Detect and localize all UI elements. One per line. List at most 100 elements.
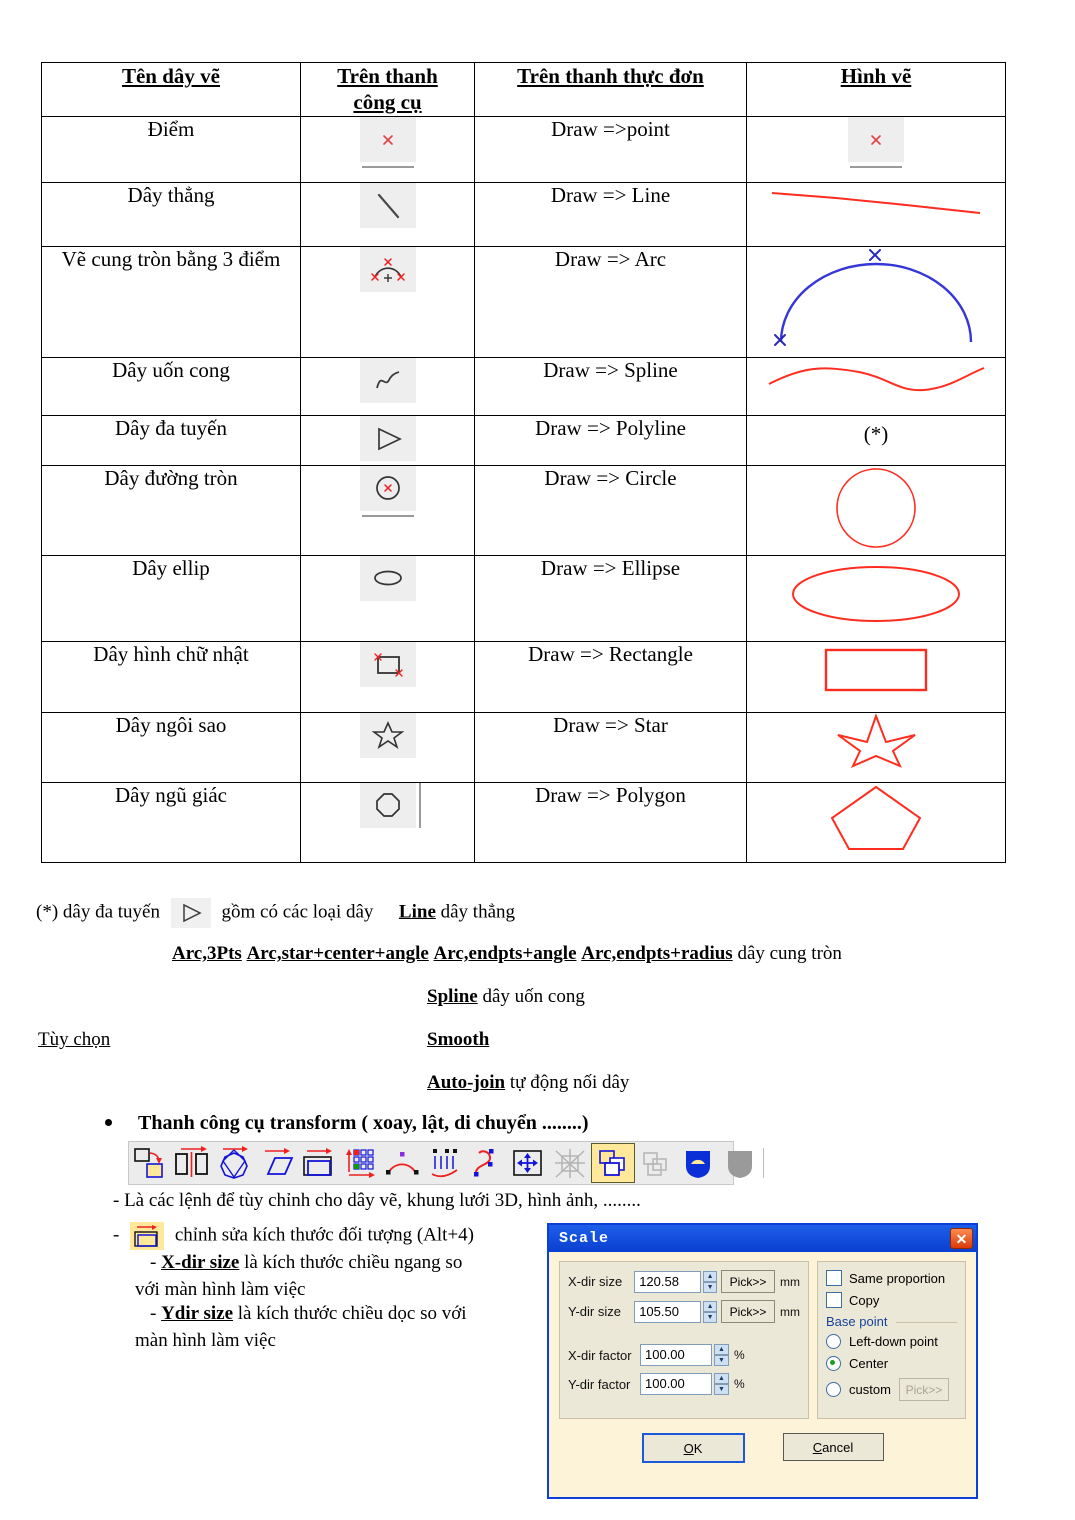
same-proportion-checkbox[interactable]: Same proportion: [826, 1270, 957, 1286]
stepper-up-icon[interactable]: ▲: [714, 1344, 729, 1355]
wave-deform-icon[interactable]: [423, 1144, 465, 1182]
table-row: Dây đa tuyến Draw => Polyline (*): [41, 414, 1006, 466]
radio-icon[interactable]: [826, 1356, 841, 1371]
line-icon[interactable]: [359, 182, 416, 228]
ydir-size-stepper[interactable]: ▲ ▼: [703, 1300, 717, 1323]
dialog-button-row: OK Cancel: [549, 1433, 976, 1463]
polyline-icon[interactable]: [170, 898, 211, 928]
mirror-vertical-icon[interactable]: [171, 1144, 213, 1182]
arc-start-center-angle-keyword: Arc,star+center+angle: [246, 943, 429, 964]
fill-blue-icon[interactable]: [677, 1144, 719, 1182]
xdir-pick-button[interactable]: Pick>>: [721, 1270, 775, 1293]
row-figure-cell: [746, 115, 1006, 183]
spline-icon[interactable]: [359, 357, 416, 403]
move-icon[interactable]: [507, 1144, 549, 1182]
ydir-size-line2: màn hình làm việc: [135, 1330, 276, 1351]
xdir-size-keyword: X-dir size: [161, 1252, 240, 1273]
row-figure-cell: [746, 640, 1006, 713]
smooth-keyword-line: Smooth: [427, 1029, 489, 1052]
transform-heading-line: Thanh công cụ transform ( xoay, lật, di …: [105, 1112, 589, 1135]
xdir-dash: -: [150, 1252, 157, 1273]
row-figure-cell: [746, 711, 1006, 783]
stepper-down-icon[interactable]: ▼: [714, 1384, 729, 1395]
stepper-up-icon[interactable]: ▲: [703, 1300, 717, 1312]
stepper-down-icon[interactable]: ▼: [703, 1281, 717, 1293]
xdir-size-unit: mm: [780, 1274, 800, 1289]
row-name: Dây thẳng: [41, 181, 301, 247]
size-group: X-dir size 120.58 ▲ ▼ Pick>> mm Y-dir siz…: [559, 1261, 809, 1419]
stepper-up-icon[interactable]: ▲: [703, 1270, 717, 1282]
row-name: Dây ngôi sao: [41, 711, 301, 783]
ydir-size-input[interactable]: 105.50: [634, 1300, 702, 1323]
circle-figure: [821, 466, 931, 555]
scale-command-line: - chỉnh sửa kích thước đối tượng (Alt+4): [113, 1222, 474, 1250]
point-icon[interactable]: [359, 116, 416, 168]
arc-endpts-angle-keyword: Arc,endpts+angle: [433, 943, 577, 964]
ydir-pick-button[interactable]: Pick>>: [721, 1300, 775, 1323]
row-menu: Draw => Arc: [474, 245, 747, 358]
copy-checkbox[interactable]: Copy: [826, 1292, 957, 1308]
close-icon[interactable]: ✕: [950, 1228, 973, 1249]
xdir-size-line: - X-dir size là kích thước chiều ngang s…: [150, 1252, 462, 1275]
rectangle-icon[interactable]: [359, 641, 416, 687]
ydir-factor-stepper[interactable]: ▲ ▼: [714, 1373, 729, 1395]
checkbox-icon[interactable]: [826, 1270, 842, 1286]
arc-deform-icon[interactable]: [381, 1144, 423, 1182]
table-row: Dây đường tròn Draw => Circle: [41, 464, 1006, 556]
xdir-size-input[interactable]: 120.58: [634, 1270, 702, 1293]
arrange-back-icon[interactable]: [635, 1144, 677, 1182]
star-icon[interactable]: [359, 712, 416, 758]
transform-toolbar[interactable]: [128, 1141, 768, 1185]
row-menu: Draw =>point: [474, 115, 747, 183]
shear-icon[interactable]: [255, 1144, 297, 1182]
circle-icon[interactable]: [359, 465, 416, 517]
stepper-up-icon[interactable]: ▲: [714, 1373, 729, 1384]
fill-grey-icon[interactable]: [719, 1144, 761, 1182]
scale-icon[interactable]: [130, 1222, 165, 1250]
custom-label: custom: [849, 1382, 891, 1397]
cancel-button[interactable]: Cancel: [782, 1433, 884, 1461]
scale-icon[interactable]: [297, 1144, 339, 1182]
header-tren-thanh-thuc-don: Trên thanh thực đơn: [474, 62, 747, 117]
custom-pick-button[interactable]: Pick>>: [898, 1378, 949, 1401]
cancel-label-rest: ancel: [822, 1439, 854, 1455]
dialog-titlebar[interactable]: Scale ✕: [549, 1225, 976, 1252]
rotate-copy-icon[interactable]: [129, 1144, 171, 1182]
cancel-label-underline: C: [812, 1439, 823, 1455]
ydir-size-field: Y-dir size 105.50 ▲ ▼ Pick>> mm: [568, 1300, 800, 1323]
polygon-icon[interactable]: [359, 782, 421, 828]
table-row: Dây thẳng Draw => Line: [41, 181, 1006, 247]
row-name: Dây ngũ giác: [41, 781, 301, 863]
arrange-front-icon[interactable]: [591, 1143, 635, 1183]
rotate-shape-icon[interactable]: [213, 1144, 255, 1182]
xdir-factor-stepper[interactable]: ▲ ▼: [714, 1344, 729, 1366]
ydir-size-label: Y-dir size: [568, 1304, 621, 1319]
array-icon[interactable]: [339, 1144, 381, 1182]
stepper-down-icon[interactable]: ▼: [703, 1311, 717, 1323]
xdir-size-stepper[interactable]: ▲ ▼: [703, 1270, 717, 1293]
arc-3pts-icon[interactable]: [359, 246, 416, 292]
stepper-down-icon[interactable]: ▼: [714, 1355, 729, 1366]
custom-radio[interactable]: custom Pick>>: [826, 1378, 957, 1401]
checkbox-icon[interactable]: [826, 1292, 842, 1308]
row-name: Dây hình chữ nhật: [41, 640, 301, 713]
radio-icon[interactable]: [826, 1334, 841, 1349]
xdir-factor-input[interactable]: 100.00: [640, 1344, 712, 1366]
polyline-icon[interactable]: [359, 415, 416, 461]
grid-deform-icon[interactable]: [549, 1144, 591, 1182]
table-row: Dây hình chữ nhật Draw => Rectangle: [41, 640, 1006, 713]
row-toolbar-cell: [300, 640, 475, 713]
polyline-note-line: (*) dây đa tuyến gồm có các loại dây Lin…: [36, 898, 515, 928]
center-radio[interactable]: Center: [826, 1356, 957, 1371]
row-menu: Draw => Rectangle: [474, 640, 747, 713]
radio-icon[interactable]: [826, 1382, 841, 1397]
left-down-point-radio[interactable]: Left-down point: [826, 1334, 957, 1349]
ydir-factor-input[interactable]: 100.00: [640, 1373, 712, 1395]
path-deform-icon[interactable]: [465, 1144, 507, 1182]
ellipse-icon[interactable]: [359, 555, 416, 601]
ydir-size-line: - Ydir size là kích thước chiều dọc so v…: [150, 1303, 467, 1326]
ok-button[interactable]: OK: [641, 1433, 745, 1463]
row-figure-cell: [746, 464, 1006, 556]
ydir-factor-label: Y-dir factor: [568, 1376, 631, 1392]
row-name: Dây ellip: [41, 554, 301, 642]
